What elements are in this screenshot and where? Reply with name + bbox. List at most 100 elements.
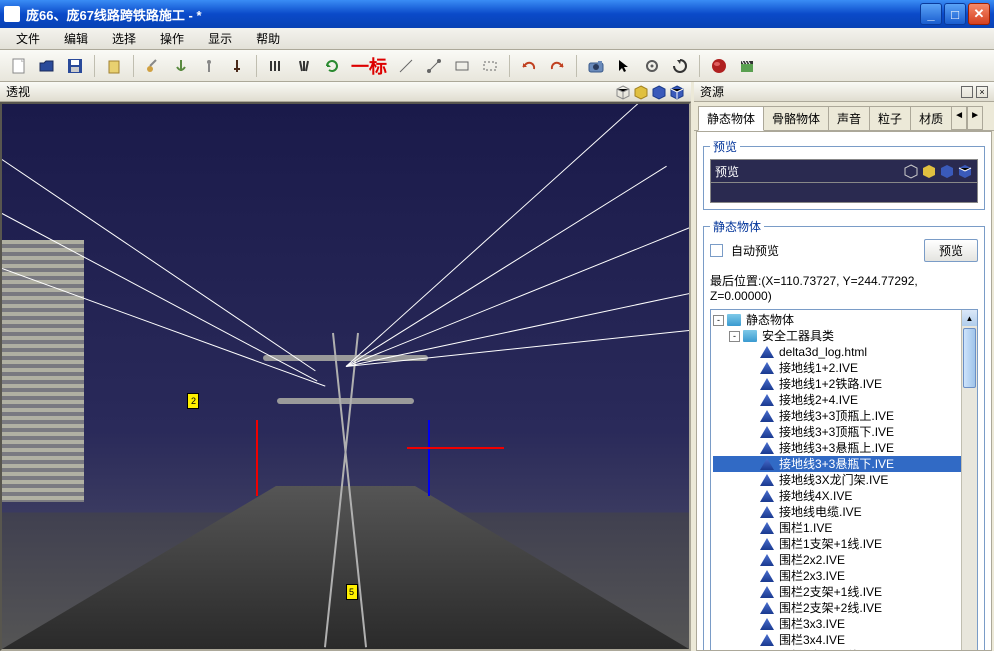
preview-button[interactable]: 预览 bbox=[924, 239, 978, 262]
view-cube1-icon[interactable] bbox=[615, 84, 631, 100]
tool-pin1-icon[interactable] bbox=[196, 53, 222, 79]
camera-icon[interactable] bbox=[583, 53, 609, 79]
tree-item[interactable]: 接地线3+3悬瓶上.IVE bbox=[713, 440, 975, 456]
file-icon bbox=[760, 570, 774, 582]
tree-item[interactable]: 接地线3+3悬瓶下.IVE bbox=[713, 456, 975, 472]
tree-item[interactable]: -安全工器具类 bbox=[713, 328, 975, 344]
tree-item[interactable]: 接地线3+3顶瓶下.IVE bbox=[713, 424, 975, 440]
tree-item[interactable]: 围栏2支架+2线.IVE bbox=[713, 600, 975, 616]
maximize-button[interactable]: □ bbox=[944, 3, 966, 25]
view-cube3-icon[interactable] bbox=[651, 84, 667, 100]
file-icon bbox=[760, 506, 774, 518]
refresh-icon[interactable] bbox=[319, 53, 345, 79]
view-cube4-icon[interactable] bbox=[669, 84, 685, 100]
asset-tree[interactable]: -静态物体-安全工器具类delta3d_log.html接地线1+2.IVE接地… bbox=[711, 310, 977, 651]
tree-item-label: 接地线1+2.IVE bbox=[777, 360, 860, 376]
tree-item-label: 接地线3+3悬瓶下.IVE bbox=[777, 456, 896, 472]
tree-item[interactable]: 接地线3+3顶瓶上.IVE bbox=[713, 408, 975, 424]
tab-skeleton[interactable]: 骨骼物体 bbox=[763, 106, 829, 130]
tool-anchor-icon[interactable] bbox=[168, 53, 194, 79]
scroll-up-icon[interactable]: ▲ bbox=[962, 310, 977, 326]
file-icon bbox=[760, 362, 774, 374]
target-icon[interactable] bbox=[639, 53, 665, 79]
auto-preview-checkbox[interactable] bbox=[710, 244, 723, 257]
clapper-icon[interactable] bbox=[734, 53, 760, 79]
tree-scrollbar[interactable]: ▲ ▼ bbox=[961, 310, 977, 651]
preview-cube3-icon[interactable] bbox=[939, 163, 955, 179]
file-icon bbox=[760, 442, 774, 454]
tree-item[interactable]: 接地线3X龙门架.IVE bbox=[713, 472, 975, 488]
tree-item[interactable]: 接地线2+4.IVE bbox=[713, 392, 975, 408]
new-icon[interactable] bbox=[6, 53, 32, 79]
tree-item[interactable]: 接地线4X.IVE bbox=[713, 488, 975, 504]
menu-help[interactable]: 帮助 bbox=[246, 28, 290, 49]
tree-expander-icon[interactable]: - bbox=[713, 315, 724, 326]
tree-item-label: 接地线4X.IVE bbox=[777, 488, 854, 504]
viewport-panel: 透视 2 5 bbox=[0, 82, 694, 651]
scene-marker-2: 2 bbox=[187, 393, 199, 409]
tab-scroll-left-icon[interactable]: ◄ bbox=[951, 106, 967, 130]
tree-item[interactable]: 围栏2x3.IVE bbox=[713, 568, 975, 584]
tab-sound[interactable]: 声音 bbox=[828, 106, 870, 130]
sphere-icon[interactable] bbox=[706, 53, 732, 79]
open-icon[interactable] bbox=[34, 53, 60, 79]
close-button[interactable]: ✕ bbox=[968, 3, 990, 25]
tab-material[interactable]: 材质 bbox=[910, 106, 952, 130]
tree-item-label: 接地线3X龙门架.IVE bbox=[777, 472, 890, 488]
tree-item[interactable]: 接地线电缆.IVE bbox=[713, 504, 975, 520]
tree-item[interactable]: 围栏1支架+1线.IVE bbox=[713, 536, 975, 552]
tree-expander-icon[interactable]: - bbox=[729, 331, 740, 342]
connector-icon[interactable] bbox=[421, 53, 447, 79]
tree-item[interactable]: 围栏2x2.IVE bbox=[713, 552, 975, 568]
tab-particle[interactable]: 粒子 bbox=[869, 106, 911, 130]
line-icon[interactable] bbox=[393, 53, 419, 79]
cycle-icon[interactable] bbox=[667, 53, 693, 79]
tool-node-icon[interactable] bbox=[140, 53, 166, 79]
minimize-button[interactable]: _ bbox=[920, 3, 942, 25]
tree-item[interactable]: 围栏3x4.IVE bbox=[713, 632, 975, 648]
titlebar: 庞66、庞67线路跨铁路施工 - * _ □ ✕ bbox=[0, 0, 994, 28]
tree-item[interactable]: 围栏2支架+1线.IVE bbox=[713, 584, 975, 600]
align-center-icon[interactable] bbox=[291, 53, 317, 79]
tree-item-label: 围栏2支架+2线.IVE bbox=[777, 600, 884, 616]
file-icon bbox=[760, 522, 774, 534]
preview-bar-label: 预览 bbox=[715, 163, 739, 180]
tool-pin2-icon[interactable] bbox=[224, 53, 250, 79]
paste-icon[interactable] bbox=[101, 53, 127, 79]
tab-static[interactable]: 静态物体 bbox=[698, 106, 764, 131]
close-panel-icon[interactable]: × bbox=[976, 86, 988, 98]
align-left-icon[interactable] bbox=[263, 53, 289, 79]
scroll-thumb[interactable] bbox=[963, 328, 976, 388]
save-icon[interactable] bbox=[62, 53, 88, 79]
preview-cube2-icon[interactable] bbox=[921, 163, 937, 179]
file-icon bbox=[760, 394, 774, 406]
window-controls: _ □ ✕ bbox=[920, 3, 990, 25]
tree-item[interactable]: 围栏1.IVE bbox=[713, 520, 975, 536]
menu-operate[interactable]: 操作 bbox=[150, 28, 194, 49]
file-icon bbox=[760, 346, 774, 358]
viewport-3d[interactable]: 2 5 bbox=[0, 102, 691, 651]
undock-icon[interactable] bbox=[961, 86, 973, 98]
pointer-icon[interactable] bbox=[611, 53, 637, 79]
tree-item-label: 接地线3+3顶瓶下.IVE bbox=[777, 424, 896, 440]
preview-legend: 预览 bbox=[710, 138, 740, 155]
menu-edit[interactable]: 编辑 bbox=[54, 28, 98, 49]
file-icon bbox=[760, 586, 774, 598]
tree-item[interactable]: 接地线1+2铁路.IVE bbox=[713, 376, 975, 392]
tab-scroll-right-icon[interactable]: ► bbox=[967, 106, 983, 130]
redo-icon[interactable] bbox=[544, 53, 570, 79]
menu-display[interactable]: 显示 bbox=[198, 28, 242, 49]
tree-item[interactable]: -静态物体 bbox=[713, 312, 975, 328]
tree-item[interactable]: 接地线1+2.IVE bbox=[713, 360, 975, 376]
menu-select[interactable]: 选择 bbox=[102, 28, 146, 49]
polyrect-icon[interactable] bbox=[477, 53, 503, 79]
rect-icon[interactable] bbox=[449, 53, 475, 79]
preview-cube1-icon[interactable] bbox=[903, 163, 919, 179]
preview-cube4-icon[interactable] bbox=[957, 163, 973, 179]
undo-icon[interactable] bbox=[516, 53, 542, 79]
tree-item[interactable]: 围栏3x3.IVE bbox=[713, 616, 975, 632]
tree-item[interactable]: delta3d_log.html bbox=[713, 344, 975, 360]
menu-file[interactable]: 文件 bbox=[6, 28, 50, 49]
tree-item-label: 围栏3x3.IVE bbox=[777, 616, 847, 632]
view-cube2-icon[interactable] bbox=[633, 84, 649, 100]
